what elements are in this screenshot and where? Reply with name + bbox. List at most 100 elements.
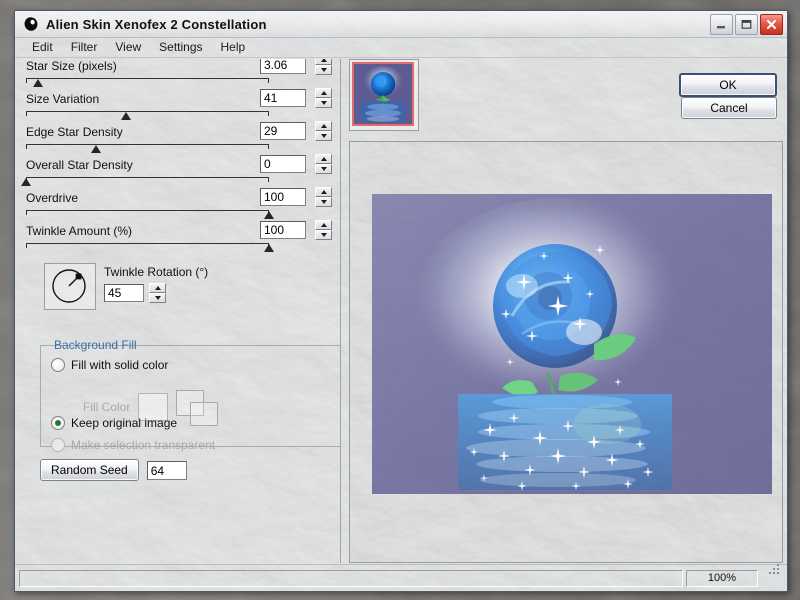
status-message <box>19 569 683 587</box>
slider-track[interactable] <box>26 243 274 252</box>
radio-fill-with-solid-color[interactable]: Fill with solid color <box>51 358 168 372</box>
slider-track[interactable] <box>26 78 269 87</box>
spinner-up-icon[interactable] <box>315 220 332 230</box>
slider-thumb[interactable] <box>264 211 274 219</box>
spinner-down-icon[interactable] <box>149 293 166 303</box>
fill-color-label: Fill Color <box>83 400 131 414</box>
rotation-dial-box[interactable] <box>44 263 96 310</box>
spinner-up-icon[interactable] <box>315 187 332 197</box>
random-seed-field[interactable]: 64 <box>146 460 187 480</box>
close-button[interactable] <box>760 14 783 35</box>
close-icon <box>761 15 782 34</box>
slider-value-field[interactable]: 0 <box>260 155 306 173</box>
preview-pane[interactable] <box>349 141 783 563</box>
slider-overall-star-density: Overall Star Density 0 <box>18 154 340 191</box>
menu-item-edit[interactable]: Edit <box>23 38 62 56</box>
slider-spinner[interactable] <box>315 220 332 240</box>
thumbnail-container <box>349 59 419 131</box>
slider-thumb[interactable] <box>91 145 102 153</box>
slider-thumb[interactable] <box>33 79 44 87</box>
slider-value-field[interactable]: 29 <box>260 122 306 140</box>
slider-track[interactable] <box>21 177 269 186</box>
slider-value-field[interactable]: 41 <box>260 89 306 107</box>
cancel-button[interactable]: Cancel <box>681 97 777 119</box>
menu-item-help[interactable]: Help <box>212 38 255 56</box>
slider-spinner[interactable] <box>315 59 332 75</box>
spinner-down-icon[interactable] <box>315 131 332 141</box>
slider-label: Overall Star Density <box>26 158 133 172</box>
blue-rose-artwork <box>372 194 772 494</box>
client-area: Star Size (pixels) 3.06 Size Variation 4… <box>15 57 787 591</box>
application-window: Alien Skin Xenofex 2 Constellation Edit … <box>14 10 788 592</box>
random-seed-button[interactable]: Random Seed <box>40 459 139 481</box>
menu-item-filter[interactable]: Filter <box>62 38 107 56</box>
rotation-label: Twinkle Rotation (°) <box>104 265 209 279</box>
slider-value-field[interactable]: 3.06 <box>260 59 306 74</box>
preview-image <box>372 194 772 494</box>
thumbnail-image <box>354 64 412 124</box>
slider-twinkle-amount: Twinkle Amount (%) 100 <box>18 220 340 257</box>
menu-item-view[interactable]: View <box>106 38 150 56</box>
spinner-down-icon[interactable] <box>315 197 332 207</box>
rotation-spinner[interactable] <box>149 283 166 303</box>
spinner-down-icon[interactable] <box>315 65 332 75</box>
radio-keep-original-image[interactable]: Keep original image <box>51 416 177 430</box>
title-bar: Alien Skin Xenofex 2 Constellation <box>15 11 787 38</box>
twinkle-rotation-control: Twinkle Rotation (°) 45 <box>18 261 340 311</box>
slider-spinner[interactable] <box>315 88 332 108</box>
spinner-down-icon[interactable] <box>315 98 332 108</box>
minimize-button[interactable] <box>710 14 733 35</box>
slider-star-size: Star Size (pixels) 3.06 <box>18 59 340 92</box>
fill-color-preset-swatches[interactable] <box>176 390 222 426</box>
background-fill-group: Background Fill Fill with solid color Fi… <box>40 338 340 452</box>
slider-label: Overdrive <box>26 191 79 205</box>
slider-value-field[interactable]: 100 <box>260 188 306 206</box>
slider-label: Edge Star Density <box>26 125 123 139</box>
background-fill-legend: Background Fill <box>54 338 137 352</box>
spinner-down-icon[interactable] <box>315 230 332 240</box>
spinner-up-icon[interactable] <box>149 283 166 293</box>
rotation-value-field[interactable]: 45 <box>104 284 144 302</box>
slider-spinner[interactable] <box>315 187 332 207</box>
spinner-up-icon[interactable] <box>315 154 332 164</box>
spinner-down-icon[interactable] <box>315 164 332 174</box>
radio-label: Make selection transparent <box>71 438 216 452</box>
preview-thumbnail[interactable] <box>352 62 414 126</box>
zoom-level: 100% <box>686 569 758 587</box>
alien-eye-icon <box>23 16 39 32</box>
slider-track[interactable] <box>26 210 274 219</box>
radio-indicator <box>51 438 65 452</box>
slider-spinner[interactable] <box>315 121 332 141</box>
maximize-icon <box>736 15 757 34</box>
maximize-button[interactable] <box>735 14 758 35</box>
window-controls <box>710 14 783 35</box>
slider-edge-star-density: Edge Star Density 29 <box>18 121 340 158</box>
slider-label: Star Size (pixels) <box>26 59 117 73</box>
slider-label: Twinkle Amount (%) <box>26 224 133 238</box>
slider-label: Size Variation <box>26 92 100 106</box>
controls-panel: Star Size (pixels) 3.06 Size Variation 4… <box>18 59 341 563</box>
radio-indicator <box>51 416 65 430</box>
slider-spinner[interactable] <box>315 154 332 174</box>
slider-size-variation: Size Variation 41 <box>18 88 340 125</box>
slider-track[interactable] <box>26 144 269 153</box>
slider-thumb[interactable] <box>21 178 31 186</box>
spinner-up-icon[interactable] <box>315 121 332 131</box>
radio-label: Keep original image <box>71 416 178 430</box>
menu-bar: Edit Filter View Settings Help <box>15 37 787 58</box>
random-seed-row: Random Seed 64 <box>40 459 187 481</box>
status-bar: 100% <box>15 564 787 591</box>
slider-thumb[interactable] <box>264 244 274 252</box>
minimize-icon <box>711 15 732 34</box>
slider-overdrive: Overdrive 100 <box>18 187 340 224</box>
slider-thumb[interactable] <box>120 112 131 120</box>
window-title: Alien Skin Xenofex 2 Constellation <box>46 16 267 32</box>
slider-track[interactable] <box>26 111 269 120</box>
ok-button[interactable]: OK <box>679 73 777 97</box>
radio-label: Fill with solid color <box>71 358 169 372</box>
slider-value-field[interactable]: 100 <box>260 221 306 239</box>
rotation-dial[interactable] <box>50 267 88 305</box>
spinner-up-icon[interactable] <box>315 88 332 98</box>
menu-item-settings[interactable]: Settings <box>150 38 211 56</box>
radio-make-selection-transparent[interactable]: Make selection transparent <box>51 438 215 452</box>
